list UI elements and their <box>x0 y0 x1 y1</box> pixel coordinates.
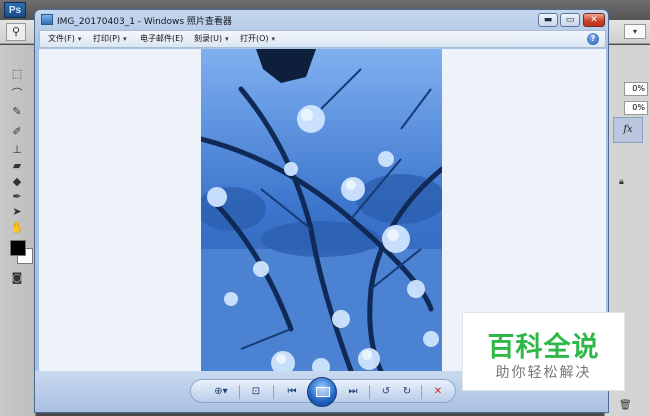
lock-icon[interactable]: 🔒︎ <box>619 177 624 187</box>
foreground-color-swatch[interactable] <box>10 240 26 256</box>
options-dropdown[interactable]: ▾ <box>624 24 646 39</box>
stamp-tool-icon[interactable]: ⊥ <box>6 141 28 158</box>
watermark: 百科全说 助你轻松解决 <box>462 312 625 391</box>
next-icon[interactable]: ⏭ <box>344 384 362 400</box>
photoshop-logo: Ps <box>4 2 26 18</box>
window-title: IMG_20170403_1 - Windows 照片查看器 <box>57 17 232 27</box>
chevron-down-icon: ▾ <box>123 35 127 43</box>
opacity-field[interactable]: 0% <box>624 82 648 96</box>
magic-wand-icon[interactable]: ⚲ <box>6 23 26 41</box>
lasso-tool-icon[interactable]: ⌒ <box>6 85 28 102</box>
eraser-tool-icon[interactable]: ▰ <box>6 157 28 174</box>
fx-icon[interactable]: fx <box>613 117 643 143</box>
menu-bar: 文件(F) ▾ 打印(P) ▾ 电子邮件(E) 刻录(U) ▾ 打开(O) ▾ ? <box>39 30 606 48</box>
trash-icon[interactable]: 🗑︎ <box>619 400 632 411</box>
help-icon[interactable]: ? <box>587 33 599 45</box>
quick-mask-icon[interactable]: ◙ <box>6 269 28 286</box>
menu-email[interactable]: 电子邮件(E) <box>140 33 183 44</box>
rotate-clockwise-icon[interactable]: ↻ <box>398 384 416 400</box>
zoom-icon[interactable]: ⊕▾ <box>209 384 233 400</box>
watermark-subtitle: 助你轻松解决 <box>495 365 592 381</box>
photo-viewer-icon <box>41 14 53 25</box>
close-button[interactable]: ✕ <box>583 13 605 27</box>
chevron-down-icon: ▾ <box>271 35 276 43</box>
menu-open[interactable]: 打开(O) ▾ <box>240 33 275 44</box>
title-bar[interactable]: IMG_20170403_1 - Windows 照片查看器 ▬ ▭ ✕ <box>35 10 608 30</box>
delete-icon[interactable]: ✕ <box>429 384 447 400</box>
menu-print[interactable]: 打印(P) ▾ <box>93 33 127 44</box>
marquee-tool-icon[interactable]: ⬚ <box>6 65 28 82</box>
chevron-down-icon: ▾ <box>225 35 229 43</box>
maximize-button[interactable]: ▭ <box>560 13 580 27</box>
watermark-title: 百科全说 <box>487 332 600 363</box>
hand-tool-icon[interactable]: ✋ <box>6 219 28 236</box>
chevron-down-icon: ▾ <box>77 35 82 43</box>
menu-file[interactable]: 文件(F) ▾ <box>48 33 81 44</box>
brush-tool-icon[interactable]: ✐ <box>6 123 28 140</box>
quick-select-tool-icon[interactable]: ✎ <box>6 103 28 120</box>
fill-field[interactable]: 0% <box>624 101 648 115</box>
menu-burn[interactable]: 刻录(U) ▾ <box>194 33 229 44</box>
actual-size-icon[interactable]: ⊡ <box>247 384 265 400</box>
rotate-counterclockwise-icon[interactable]: ↺ <box>377 384 395 400</box>
previous-icon[interactable]: ⏮ <box>283 384 301 400</box>
separator <box>369 385 370 399</box>
separator <box>239 385 240 399</box>
path-select-tool-icon[interactable]: ➤ <box>6 203 28 220</box>
minimize-button[interactable]: ▬ <box>538 13 558 27</box>
photo-image[interactable] <box>201 49 442 371</box>
slideshow-icon <box>316 387 330 397</box>
photoshop-toolbox: ⬚ ⌒ ✎ ✐ ⊥ ▰ ◆ ✒ ➤ ✋ ◙ <box>0 45 36 416</box>
slideshow-button[interactable] <box>307 377 337 407</box>
separator <box>273 385 274 399</box>
separator <box>421 385 422 399</box>
playback-controls: ⊕▾ ⊡ ⏮ ⏭ ↺ ↻ ✕ <box>190 377 456 407</box>
